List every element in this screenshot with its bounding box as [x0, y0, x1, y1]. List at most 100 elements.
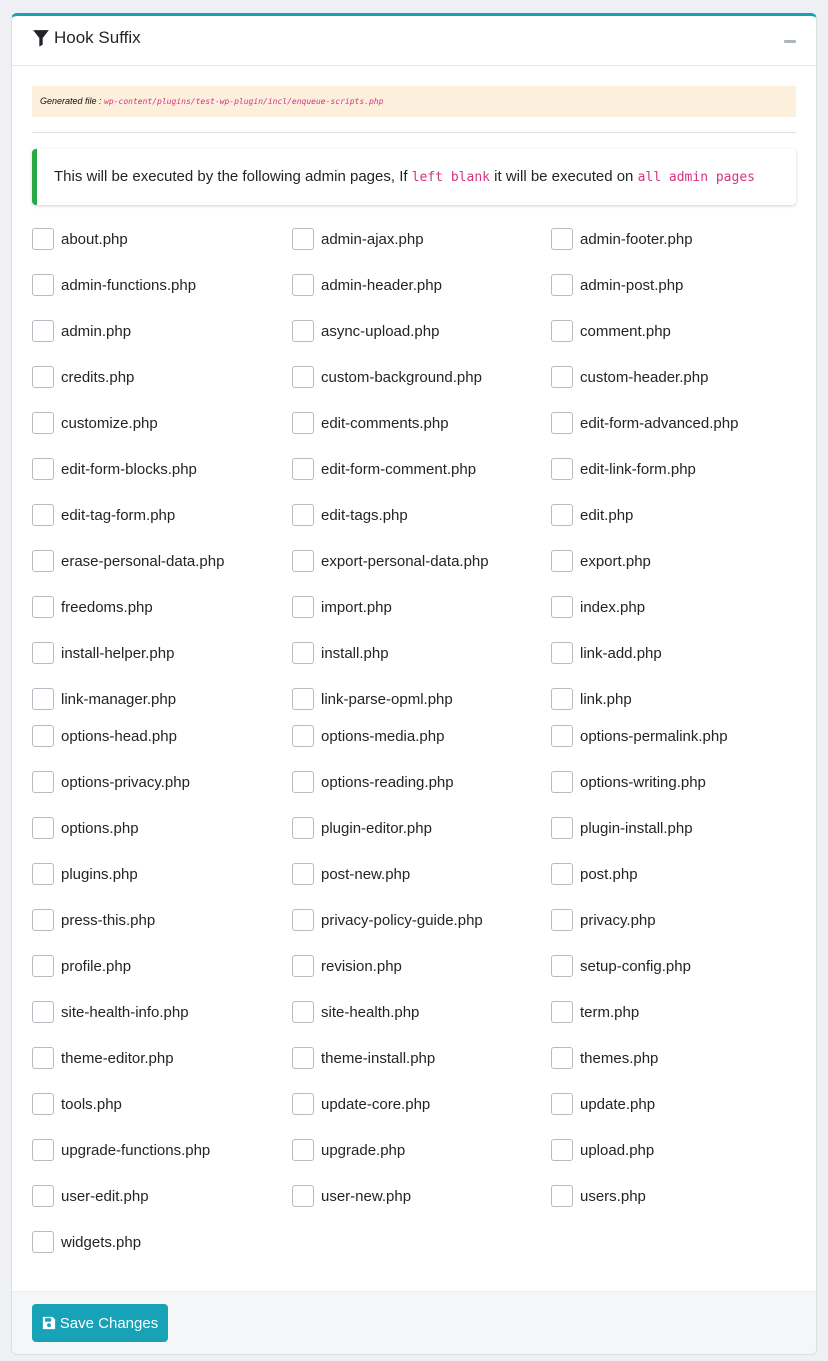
checkbox-option[interactable]: admin.php — [32, 319, 131, 343]
checkbox-option[interactable]: custom-header.php — [551, 365, 708, 389]
checkbox-option[interactable]: customize.php — [32, 411, 158, 435]
checkbox[interactable] — [32, 725, 54, 747]
checkbox[interactable] — [292, 863, 314, 885]
checkbox-option[interactable]: setup-config.php — [551, 954, 691, 978]
checkbox[interactable] — [551, 817, 573, 839]
checkbox[interactable] — [32, 274, 54, 296]
checkbox-option[interactable]: site-health.php — [292, 1000, 419, 1024]
checkbox-option[interactable]: edit-form-comment.php — [292, 457, 476, 481]
checkbox[interactable] — [32, 458, 54, 480]
checkbox[interactable] — [292, 771, 314, 793]
checkbox-option[interactable]: link-add.php — [551, 641, 662, 665]
checkbox-option[interactable]: edit-link-form.php — [551, 457, 696, 481]
checkbox[interactable] — [551, 274, 573, 296]
checkbox[interactable] — [292, 274, 314, 296]
checkbox-option[interactable]: export-personal-data.php — [292, 549, 489, 573]
checkbox-option[interactable]: update-core.php — [292, 1092, 430, 1116]
checkbox[interactable] — [292, 1093, 314, 1115]
checkbox-option[interactable]: index.php — [551, 595, 645, 619]
checkbox-option[interactable]: edit-tag-form.php — [32, 503, 175, 527]
checkbox-option[interactable]: comment.php — [551, 319, 671, 343]
checkbox-option[interactable]: term.php — [551, 1000, 639, 1024]
checkbox-option[interactable]: privacy.php — [551, 908, 656, 932]
checkbox[interactable] — [32, 1001, 54, 1023]
checkbox[interactable] — [32, 955, 54, 977]
checkbox-option[interactable]: edit-tags.php — [292, 503, 408, 527]
checkbox-option[interactable]: admin-ajax.php — [292, 227, 424, 251]
checkbox-option[interactable]: options.php — [32, 816, 139, 840]
checkbox-option[interactable]: post-new.php — [292, 862, 410, 886]
checkbox[interactable] — [551, 228, 573, 250]
checkbox[interactable] — [292, 955, 314, 977]
checkbox[interactable] — [32, 863, 54, 885]
checkbox[interactable] — [292, 642, 314, 664]
checkbox[interactable] — [551, 458, 573, 480]
checkbox-option[interactable]: options-reading.php — [292, 770, 454, 794]
checkbox-option[interactable]: tools.php — [32, 1092, 122, 1116]
checkbox[interactable] — [32, 1185, 54, 1207]
checkbox-option[interactable]: admin-post.php — [551, 273, 683, 297]
checkbox[interactable] — [551, 412, 573, 434]
collapse-minus-icon[interactable] — [784, 40, 796, 43]
checkbox[interactable] — [292, 1139, 314, 1161]
checkbox[interactable] — [292, 228, 314, 250]
checkbox[interactable] — [551, 955, 573, 977]
checkbox-option[interactable]: widgets.php — [32, 1230, 141, 1254]
checkbox-option[interactable]: link.php — [551, 687, 632, 711]
checkbox[interactable] — [32, 1231, 54, 1253]
checkbox-option[interactable]: themes.php — [551, 1046, 658, 1070]
checkbox-option[interactable]: edit-form-advanced.php — [551, 411, 738, 435]
checkbox-option[interactable]: update.php — [551, 1092, 655, 1116]
checkbox-option[interactable]: users.php — [551, 1184, 646, 1208]
checkbox-option[interactable]: async-upload.php — [292, 319, 439, 343]
checkbox[interactable] — [292, 412, 314, 434]
checkbox-option[interactable]: upgrade-functions.php — [32, 1138, 210, 1162]
checkbox-option[interactable]: edit.php — [551, 503, 633, 527]
checkbox[interactable] — [32, 909, 54, 931]
checkbox[interactable] — [292, 725, 314, 747]
checkbox-option[interactable]: post.php — [551, 862, 638, 886]
checkbox[interactable] — [551, 1093, 573, 1115]
checkbox[interactable] — [32, 504, 54, 526]
checkbox[interactable] — [32, 228, 54, 250]
checkbox[interactable] — [32, 817, 54, 839]
checkbox[interactable] — [551, 320, 573, 342]
checkbox-option[interactable]: link-parse-opml.php — [292, 687, 453, 711]
checkbox-option[interactable]: import.php — [292, 595, 392, 619]
checkbox-option[interactable]: freedoms.php — [32, 595, 153, 619]
checkbox[interactable] — [551, 1047, 573, 1069]
checkbox[interactable] — [551, 366, 573, 388]
checkbox[interactable] — [292, 596, 314, 618]
checkbox[interactable] — [292, 1001, 314, 1023]
checkbox[interactable] — [32, 1139, 54, 1161]
checkbox-option[interactable]: erase-personal-data.php — [32, 549, 224, 573]
checkbox-option[interactable]: custom-background.php — [292, 365, 482, 389]
checkbox[interactable] — [551, 1139, 573, 1161]
checkbox-option[interactable]: plugins.php — [32, 862, 138, 886]
checkbox[interactable] — [551, 550, 573, 572]
checkbox[interactable] — [292, 504, 314, 526]
checkbox-option[interactable]: edit-comments.php — [292, 411, 449, 435]
checkbox[interactable] — [32, 642, 54, 664]
checkbox-option[interactable]: theme-install.php — [292, 1046, 435, 1070]
checkbox-option[interactable]: options-head.php — [32, 724, 177, 748]
checkbox[interactable] — [551, 688, 573, 710]
checkbox[interactable] — [551, 1185, 573, 1207]
checkbox[interactable] — [551, 504, 573, 526]
checkbox-option[interactable]: profile.php — [32, 954, 131, 978]
checkbox-option[interactable]: press-this.php — [32, 908, 155, 932]
checkbox-option[interactable]: install-helper.php — [32, 641, 174, 665]
checkbox[interactable] — [32, 1093, 54, 1115]
checkbox-option[interactable]: credits.php — [32, 365, 134, 389]
checkbox[interactable] — [32, 771, 54, 793]
checkbox[interactable] — [551, 909, 573, 931]
checkbox-option[interactable]: user-new.php — [292, 1184, 411, 1208]
checkbox[interactable] — [292, 1047, 314, 1069]
checkbox-option[interactable]: admin-functions.php — [32, 273, 196, 297]
checkbox-option[interactable]: revision.php — [292, 954, 402, 978]
checkbox-option[interactable]: install.php — [292, 641, 389, 665]
checkbox[interactable] — [32, 550, 54, 572]
checkbox-option[interactable]: options-privacy.php — [32, 770, 190, 794]
checkbox[interactable] — [292, 550, 314, 572]
checkbox-option[interactable]: admin-header.php — [292, 273, 442, 297]
